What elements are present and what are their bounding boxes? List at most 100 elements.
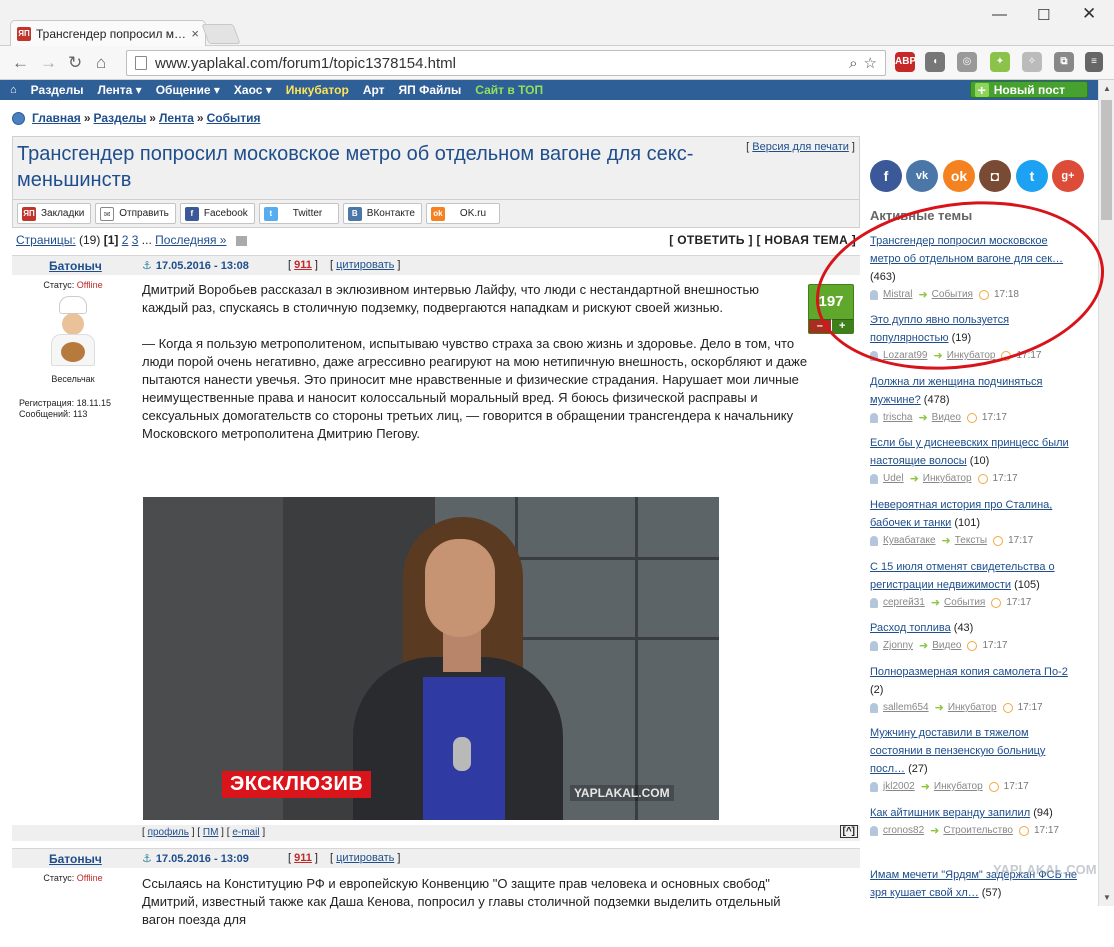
new-post-button[interactable]: + Новый пост [969, 81, 1088, 98]
active-topic-link[interactable]: Мужчину доставили в тяжелом состоянии в … [870, 727, 1045, 775]
active-topic-user[interactable]: trischa [883, 409, 912, 427]
bookmark-star-icon[interactable]: ☆ [864, 54, 877, 72]
active-topic-user[interactable]: Zjonny [883, 637, 913, 655]
active-topic-link[interactable]: Полноразмерная копия самолета По-2 [870, 666, 1068, 678]
breadcrumb-events[interactable]: События [207, 111, 261, 125]
active-topic-category[interactable]: События [944, 594, 985, 612]
vk-social-icon[interactable]: vk [906, 160, 938, 192]
twitter-share-button[interactable]: t Twitter [258, 203, 339, 224]
cite-link[interactable]: цитировать [336, 259, 394, 271]
browser-tab[interactable]: ЯП Трансгендер попросил м… × [10, 20, 206, 46]
active-topic-user[interactable]: sallem654 [883, 699, 929, 717]
instagram-social-icon[interactable]: ◘ [979, 160, 1011, 192]
print-version-link[interactable]: Версия для печати [752, 141, 849, 153]
menu-icon[interactable]: ≡ [1085, 52, 1103, 72]
ok-share-button[interactable]: ok OK.ru [425, 203, 500, 224]
nav-incubator[interactable]: Инкубатор [286, 83, 349, 97]
new-topic-button[interactable]: [ НОВАЯ ТЕМА ] [756, 233, 856, 247]
post-number-wrap-2: [ 911 ] [288, 852, 318, 864]
new-tab-button[interactable] [201, 24, 241, 44]
anchor-icon[interactable]: ⚓ [142, 853, 152, 865]
doc-icon[interactable] [235, 235, 247, 246]
breadcrumb-home[interactable]: Главная [32, 111, 81, 125]
active-topic-category[interactable]: Инкубатор [923, 470, 972, 488]
active-topic-link[interactable]: Должна ли женщина подчиняться мужчине? [870, 376, 1042, 406]
page-2-link[interactable]: 2 [122, 233, 129, 247]
video-player[interactable]: ЭКСКЛЮЗИВ YAPLAKAL.COM [143, 497, 719, 820]
arrow-right-icon: ➜ [920, 781, 930, 793]
scroll-thumb[interactable] [1101, 100, 1112, 220]
url-text: www.yaplakal.com/forum1/topic1378154.htm… [155, 54, 456, 72]
minimize-icon[interactable]: — [992, 6, 1007, 23]
facebook-social-icon[interactable]: f [870, 160, 902, 192]
active-topic-user[interactable]: сергей31 [883, 594, 925, 612]
active-topic-user[interactable]: Кувабатаке [883, 532, 936, 550]
nav-talk[interactable]: Общение ▾ [156, 83, 220, 97]
browser-tabbar: ЯП Трансгендер попросил м… × — ☐ ✕ [0, 0, 1114, 46]
reload-icon[interactable]: ↻ [68, 53, 82, 73]
last-page-link[interactable]: Последняя » [155, 233, 226, 247]
scroll-up-icon[interactable]: ▲ [1103, 84, 1111, 93]
facebook-share-button[interactable]: f Facebook [179, 203, 255, 224]
send-button[interactable]: ✉ Отправить [95, 203, 176, 224]
active-topic-user[interactable]: Udel [883, 470, 904, 488]
tools-icon[interactable]: ⧉ [1054, 52, 1074, 72]
nav-art[interactable]: Арт [363, 83, 385, 97]
email-link[interactable]: e-mail [232, 827, 259, 838]
active-topic-link[interactable]: Как айтишник веранду запилил [870, 807, 1030, 819]
extension-icon[interactable]: ◎ [957, 52, 977, 72]
active-topic-link[interactable]: Расход топлива [870, 622, 951, 634]
nav-chaos[interactable]: Хаос ▾ [234, 83, 272, 97]
forward-icon[interactable]: → [40, 53, 57, 73]
scroll-top-button[interactable]: [^] [839, 825, 858, 838]
ok-social-icon[interactable]: ok [943, 160, 975, 192]
user-icon [870, 641, 878, 651]
active-topic-user[interactable]: jkl2002 [883, 778, 915, 796]
active-topic-category[interactable]: Тексты [955, 532, 987, 550]
active-topic-count: (94) [1033, 807, 1053, 819]
active-topic-category[interactable]: Видео [932, 637, 961, 655]
adblock-icon[interactable]: ABP [895, 52, 916, 72]
active-topic-meta: trischa ➜ Видео 17:17 [870, 409, 1080, 427]
page-3-link[interactable]: 3 [132, 233, 139, 247]
page-scrollbar[interactable]: ▲ ▼ [1098, 80, 1114, 906]
home-nav-icon[interactable]: ⌂ [10, 84, 17, 96]
reply-button[interactable]: [ ОТВЕТИТЬ ] [669, 233, 753, 247]
post-number[interactable]: 911 [294, 259, 312, 271]
active-topic-user[interactable]: cronos82 [883, 822, 924, 840]
close-tab-icon[interactable]: × [191, 26, 199, 41]
cite-link-2[interactable]: цитировать [336, 852, 394, 864]
anchor-icon[interactable]: ⚓ [142, 260, 152, 272]
active-topic-category[interactable]: Инкубатор [948, 699, 997, 717]
address-bar[interactable]: www.yaplakal.com/forum1/topic1378154.htm… [126, 50, 886, 76]
active-topic-category[interactable]: Видео [932, 409, 961, 427]
back-icon[interactable]: ← [12, 53, 29, 73]
close-window-icon[interactable]: ✕ [1082, 4, 1096, 24]
scroll-down-icon[interactable]: ▼ [1103, 893, 1111, 902]
nav-files[interactable]: ЯП Файлы [399, 83, 462, 97]
googleplus-social-icon[interactable]: g+ [1052, 160, 1084, 192]
profile-link[interactable]: профиль [148, 827, 189, 838]
puzzle-icon[interactable]: ✦ [990, 52, 1010, 72]
active-topic-category[interactable]: Строительство [943, 822, 1013, 840]
bookmarks-button[interactable]: ЯП Закладки [17, 203, 92, 224]
pages-label[interactable]: Страницы: [16, 233, 76, 247]
post-author[interactable]: Батоныч [49, 259, 102, 273]
post-author-2[interactable]: Батоныч [49, 852, 102, 866]
home-icon[interactable]: ⌂ [96, 53, 106, 73]
maximize-icon[interactable]: ☐ [1037, 6, 1050, 24]
avatar[interactable] [45, 296, 101, 368]
zoom-icon[interactable]: ⌕ [849, 55, 857, 72]
nav-feed[interactable]: Лента ▾ [97, 83, 141, 97]
twitter-social-icon[interactable]: t [1016, 160, 1048, 192]
post-number-2[interactable]: 911 [294, 852, 312, 864]
breadcrumb-feed[interactable]: Лента [159, 111, 194, 125]
sound-icon[interactable]: ◖ [925, 52, 945, 72]
active-topic-category[interactable]: Инкубатор [934, 778, 983, 796]
nav-site-top[interactable]: Сайт в ТОП [475, 83, 543, 97]
extension2-icon[interactable]: ✧ [1022, 52, 1042, 72]
pm-link[interactable]: ПМ [203, 827, 219, 838]
nav-sections[interactable]: Разделы [31, 83, 84, 97]
breadcrumb-sections[interactable]: Разделы [94, 111, 147, 125]
vk-share-button[interactable]: B ВКонтакте [342, 203, 422, 224]
